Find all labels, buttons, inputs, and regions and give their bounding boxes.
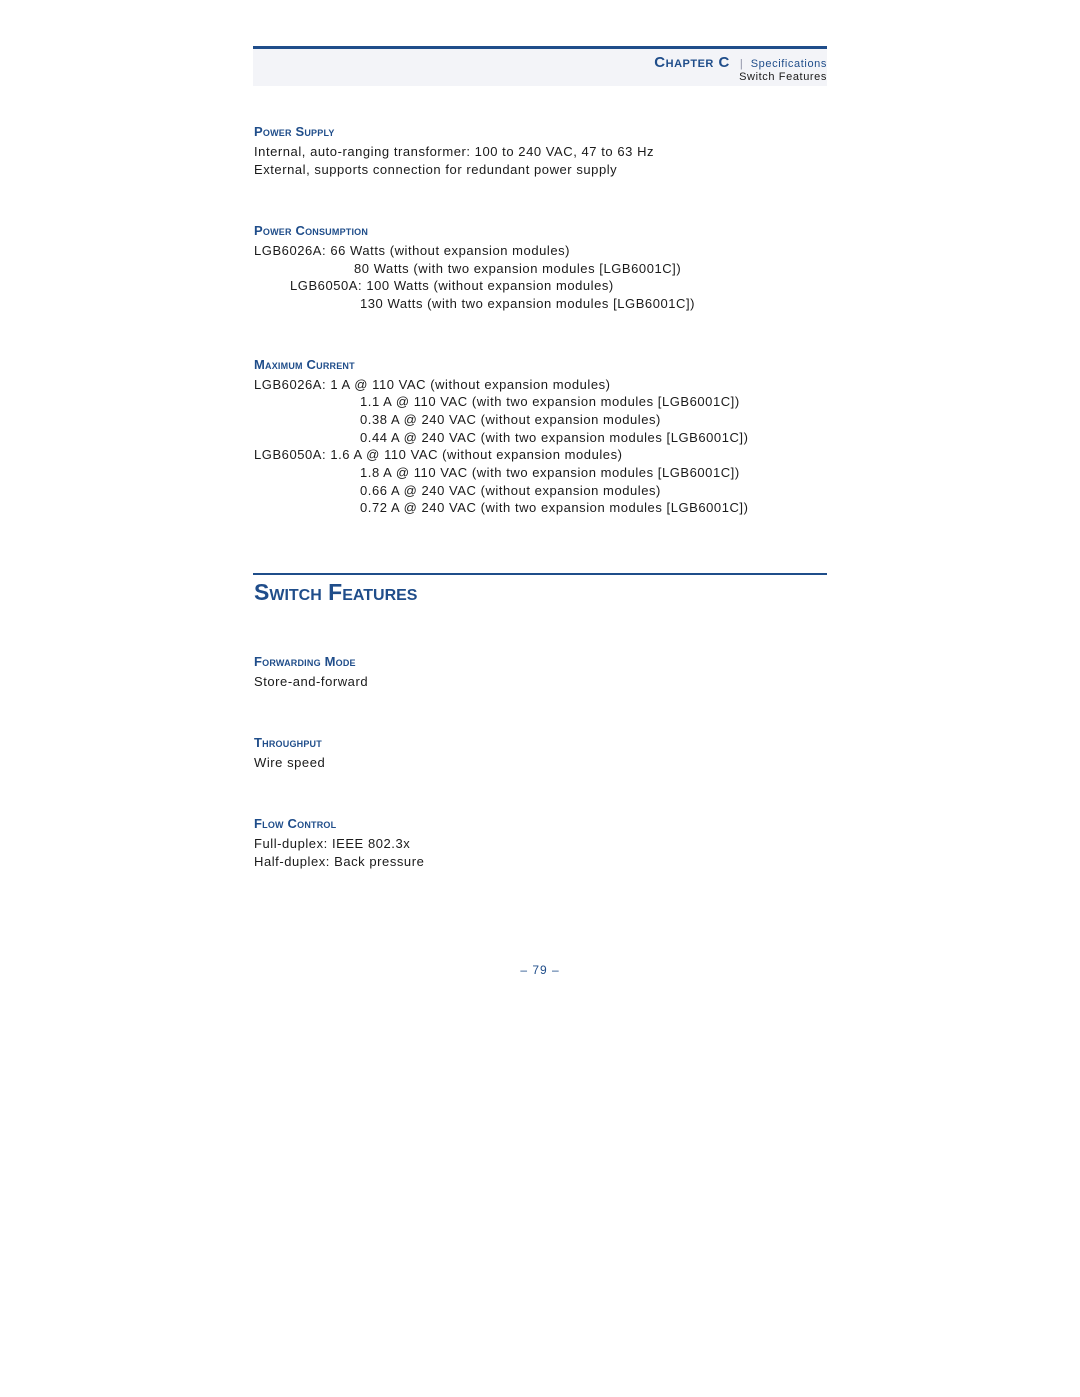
power-supply-line: External, supports connection for redund… — [254, 162, 618, 177]
running-header: Chapter C | Specifications Switch Features — [253, 46, 827, 86]
switch-features-heading: Switch Features — [254, 579, 418, 605]
flow-control-line: Half-duplex: Back pressure — [254, 854, 425, 869]
flow-control-heading: Flow Control — [254, 816, 337, 831]
maximum-current-line: 0.72 A @ 240 VAC (with two expansion mod… — [360, 500, 749, 515]
header-chapter-line: Chapter C | Specifications — [654, 54, 827, 71]
subsection-label: Switch Features — [739, 71, 827, 83]
maximum-current-line: 0.44 A @ 240 VAC (with two expansion mod… — [360, 430, 749, 445]
power-supply-line: Internal, auto-ranging transformer: 100 … — [254, 144, 655, 159]
chapter-label: Chapter C — [654, 54, 730, 71]
maximum-current-line: LGB6050A: 1.6 A @ 110 VAC (without expan… — [254, 447, 623, 462]
maximum-current-line: 1.1 A @ 110 VAC (with two expansion modu… — [360, 394, 740, 409]
forwarding-mode-value: Store-and-forward — [254, 674, 369, 689]
flow-control-line: Full-duplex: IEEE 802.3x — [254, 836, 411, 851]
header-separator: | — [739, 58, 743, 70]
power-consumption-line: LGB6026A: 66 Watts (without expansion mo… — [254, 243, 571, 258]
maximum-current-line: 1.8 A @ 110 VAC (with two expansion modu… — [360, 465, 740, 480]
page-number: – 79 – — [520, 963, 560, 977]
power-consumption-line: 80 Watts (with two expansion modules [LG… — [354, 261, 682, 276]
power-supply-heading: Power Supply — [254, 124, 335, 139]
power-consumption-heading: Power Consumption — [254, 223, 369, 238]
power-consumption-line: LGB6050A: 100 Watts (without expansion m… — [290, 278, 614, 293]
throughput-heading: Throughput — [254, 735, 322, 750]
maximum-current-line: LGB6026A: 1 A @ 110 VAC (without expansi… — [254, 377, 611, 392]
section-label: Specifications — [750, 58, 827, 70]
maximum-current-line: 0.66 A @ 240 VAC (without expansion modu… — [360, 483, 661, 498]
throughput-value: Wire speed — [254, 755, 326, 770]
power-consumption-line: 130 Watts (with two expansion modules [L… — [360, 296, 696, 311]
maximum-current-line: 0.38 A @ 240 VAC (without expansion modu… — [360, 412, 661, 427]
section-rule — [253, 573, 827, 575]
maximum-current-heading: Maximum Current — [254, 357, 355, 372]
forwarding-mode-heading: Forwarding Mode — [254, 654, 356, 669]
